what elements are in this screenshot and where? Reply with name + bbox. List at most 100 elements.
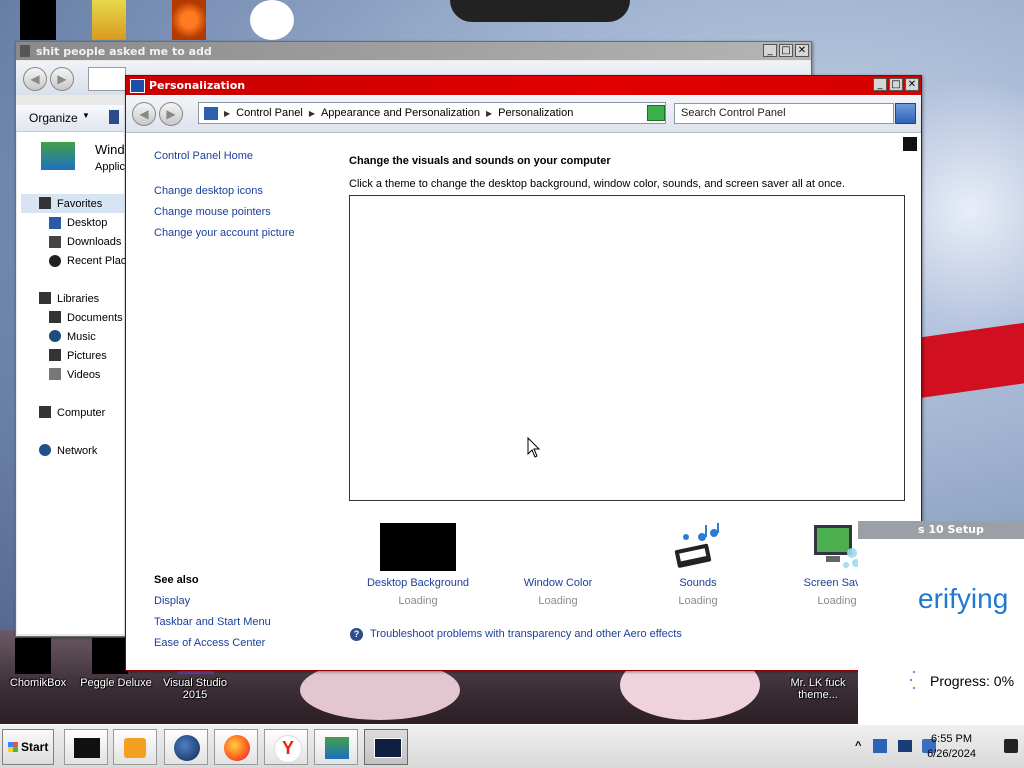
nav-network[interactable]: Network (57, 445, 97, 457)
nav-music[interactable]: Music (67, 331, 96, 343)
display-link[interactable]: Display (154, 595, 190, 607)
chomikbox-icon[interactable] (15, 638, 51, 674)
back-button[interactable]: ◀ (23, 67, 47, 91)
view-icon[interactable] (109, 110, 119, 124)
network-icon (39, 444, 51, 456)
nav-desktop[interactable]: Desktop (67, 217, 107, 229)
libraries-icon (39, 292, 51, 304)
start-label: Start (21, 740, 49, 754)
firefox-icon (224, 735, 250, 761)
address-band: ◀ ▶ ▶ Control Panel ▶ Appearance and Per… (126, 96, 921, 133)
media-player-icon (124, 738, 146, 758)
nav-recent[interactable]: Recent Plac (67, 255, 126, 267)
theme-list[interactable] (349, 195, 905, 501)
desktop-icon-label[interactable]: Visual Studio 2015 (160, 677, 230, 701)
organize-button[interactable]: Organize (29, 111, 78, 125)
search-input[interactable]: Search Control Panel (674, 103, 894, 124)
nav-pictures[interactable]: Pictures (67, 350, 107, 362)
forward-button[interactable]: ▶ (159, 102, 183, 126)
setup-status: erifying (918, 583, 1009, 614)
explorer-titlebar[interactable]: shit people asked me to add (16, 42, 811, 60)
recent-icon (49, 255, 61, 267)
taskbar-app-update[interactable] (314, 729, 358, 765)
terminal-icon (74, 738, 100, 758)
documents-icon (49, 311, 61, 323)
breadcrumb-appearance[interactable]: Appearance and Personalization (321, 107, 480, 119)
taskbar-app-control-panel[interactable] (364, 729, 408, 765)
desktop-background-link[interactable]: Desktop Background (353, 577, 483, 589)
start-button[interactable]: Start (2, 729, 54, 765)
ease-of-access-link[interactable]: Ease of Access Center (154, 637, 265, 649)
pictures-icon (49, 349, 61, 361)
personalization-titlebar[interactable]: Personalization (126, 76, 921, 95)
desktop-icon-label[interactable]: Mr. LK fuck theme... (780, 677, 856, 701)
desktop-top-icon[interactable] (250, 0, 294, 40)
forward-button[interactable]: ▶ (50, 67, 74, 91)
explorer-nav-pane: Wind Applic Favorites Desktop Downloads … (17, 132, 126, 634)
help-icon[interactable] (903, 137, 917, 151)
tray-expand-icon[interactable]: ^ (855, 740, 861, 752)
desktop-top-icon[interactable] (20, 0, 56, 40)
desktop-icon (49, 217, 61, 229)
refresh-icon[interactable] (647, 105, 665, 121)
troubleshoot-link[interactable]: Troubleshoot problems with transparency … (370, 628, 682, 640)
personalization-window[interactable]: Personalization _ □ ✕ ◀ ▶ ▶ Control Pane… (125, 75, 922, 671)
close-button[interactable]: ✕ (905, 78, 919, 91)
taskbar-app-media[interactable] (113, 729, 157, 765)
desktop-background-icon[interactable] (380, 523, 456, 571)
minimize-button[interactable]: _ (763, 44, 777, 57)
clock-date: 6/26/2024 (927, 748, 976, 760)
window-color-status: Loading (538, 595, 578, 607)
search-icon[interactable] (895, 103, 916, 124)
sounds-icon[interactable] (672, 523, 720, 571)
header-subtitle: Applic (95, 161, 125, 173)
taskbar-app-globe[interactable] (164, 729, 208, 765)
breadcrumb-control-panel[interactable]: Control Panel (236, 107, 303, 119)
computer-icon (39, 406, 51, 418)
nav-favorites[interactable]: Favorites (57, 198, 102, 210)
chevron-right-icon[interactable]: ▶ (224, 109, 230, 118)
nav-documents[interactable]: Documents (67, 312, 123, 324)
nav-downloads[interactable]: Downloads (67, 236, 121, 248)
sounds-link[interactable]: Sounds (633, 577, 763, 589)
clock[interactable]: 6:55 PM 6/26/2024 (927, 732, 976, 762)
setup-window[interactable]: s 10 Setup erifying Progress: 0% (858, 521, 1024, 725)
address-bar[interactable] (88, 67, 126, 91)
notification-icon[interactable] (1004, 739, 1018, 753)
monitor-tray-icon[interactable] (898, 740, 912, 752)
screen-saver-icon[interactable] (812, 523, 862, 571)
control-panel-home-link[interactable]: Control Panel Home (154, 150, 253, 162)
minimize-button[interactable]: _ (873, 78, 887, 91)
setup-titlebar[interactable]: s 10 Setup (858, 521, 1024, 539)
breadcrumb-personalization[interactable]: Personalization (498, 107, 573, 119)
close-button[interactable]: ✕ (795, 44, 809, 57)
taskbar-app-yandex[interactable]: Y (264, 729, 308, 765)
chevron-right-icon[interactable]: ▶ (309, 109, 315, 118)
control-panel-icon (374, 738, 402, 758)
maximize-button[interactable]: □ (889, 78, 903, 91)
address-bar[interactable]: ▶ Control Panel ▶ Appearance and Persona… (198, 102, 666, 124)
clock-time: 6:55 PM (931, 733, 973, 745)
desktop-icon-label[interactable]: Peggle Deluxe (78, 677, 154, 689)
change-mouse-pointers-link[interactable]: Change mouse pointers (154, 206, 271, 218)
taskbar-start-menu-link[interactable]: Taskbar and Start Menu (154, 616, 271, 628)
nav-computer[interactable]: Computer (57, 407, 105, 419)
taskbar-app-terminal[interactable] (64, 729, 108, 765)
change-account-picture-link[interactable]: Change your account picture (154, 227, 295, 239)
nav-libraries[interactable]: Libraries (57, 293, 99, 305)
change-desktop-icons-link[interactable]: Change desktop icons (154, 185, 263, 197)
header-title: Wind (95, 142, 125, 157)
back-button[interactable]: ◀ (132, 102, 156, 126)
desktop-top-icon[interactable] (172, 0, 206, 40)
desktop-top-icon[interactable] (92, 0, 126, 40)
window-color-link[interactable]: Window Color (493, 577, 623, 589)
network-tray-icon[interactable] (873, 739, 887, 753)
desktop-icon-label[interactable]: ChomikBox (8, 677, 68, 689)
taskbar-app-firefox[interactable] (214, 729, 258, 765)
maximize-button[interactable]: □ (779, 44, 793, 57)
peggle-icon[interactable] (92, 638, 128, 674)
taskbar: Start Y ^ 6:55 PM 6/26/2024 (0, 724, 1024, 768)
chevron-right-icon[interactable]: ▶ (486, 109, 492, 118)
window-title: shit people asked me to add (36, 44, 212, 58)
nav-videos[interactable]: Videos (67, 369, 100, 381)
